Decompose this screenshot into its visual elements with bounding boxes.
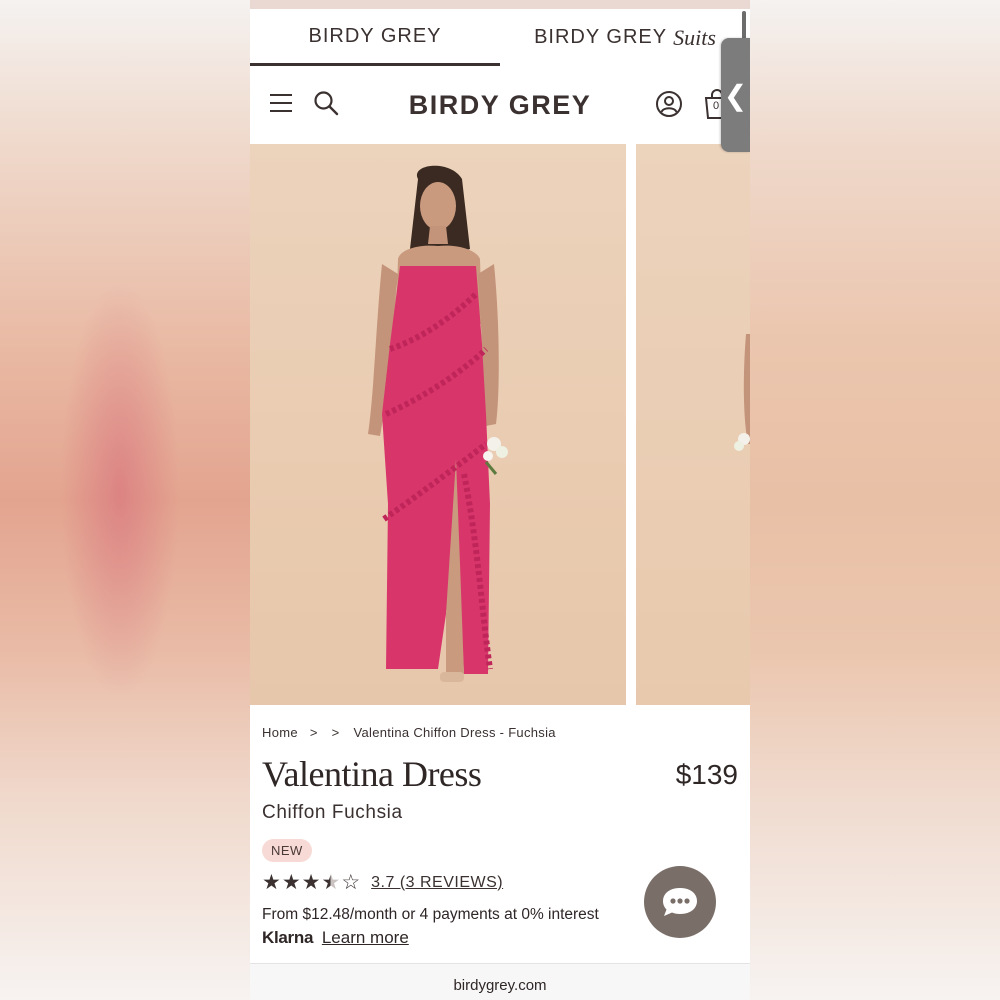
- browser-url-bar[interactable]: birdygrey.com: [250, 964, 750, 1000]
- tab-birdy-grey-suits[interactable]: BIRDY GREY Suits: [500, 9, 750, 66]
- brand-tabs: BIRDY GREY BIRDY GREY Suits: [250, 9, 750, 66]
- next-image-preview: [734, 334, 750, 451]
- account-icon[interactable]: [655, 90, 683, 123]
- breadcrumb-home[interactable]: Home: [262, 725, 298, 740]
- tab-suits-suffix: Suits: [673, 24, 716, 50]
- rating-stars[interactable]: ★ ★ ★ ★ ☆ 3.7 (3 REVIEWS): [262, 872, 503, 893]
- star-full-icon: ★: [262, 871, 281, 894]
- breadcrumb: Home > > Valentina Chiffon Dress - Fuchs…: [262, 725, 556, 740]
- blurred-background-right: [750, 0, 1000, 1000]
- star-full-icon: ★: [281, 871, 301, 894]
- chat-button[interactable]: [644, 866, 716, 938]
- learn-more-link[interactable]: Learn more: [322, 928, 409, 947]
- star-empty-icon: ☆: [341, 871, 361, 894]
- phone-screen: BIRDY GREY BIRDY GREY Suits BIRDY GREY 0…: [250, 0, 750, 1000]
- breadcrumb-separator: >: [331, 725, 340, 740]
- klarna-logo: Klarna: [262, 928, 314, 947]
- breadcrumb-current: Valentina Chiffon Dress - Fuchsia: [353, 725, 556, 740]
- site-header: BIRDY GREY 0: [250, 66, 750, 144]
- product-title: Valentina Dress: [262, 754, 482, 794]
- tab-birdy-grey-suits-label: BIRDY GREY: [534, 26, 668, 48]
- reviews-link[interactable]: 3.7 (3 REVIEWS): [371, 874, 503, 892]
- product-image-main[interactable]: [250, 144, 626, 705]
- product-image-next[interactable]: [636, 144, 750, 705]
- tab-birdy-grey-label: BIRDY GREY: [308, 24, 442, 47]
- product-gallery[interactable]: [250, 144, 750, 705]
- new-badge: NEW: [262, 839, 312, 862]
- cart-count: 0: [713, 100, 720, 112]
- blurred-background-left: [0, 0, 250, 1000]
- product-subtitle: Chiffon Fuchsia: [262, 802, 403, 823]
- chevron-left-icon: ❮: [723, 79, 748, 111]
- star-half-icon: ★: [321, 871, 341, 894]
- breadcrumb-separator: >: [309, 725, 318, 740]
- star-full-icon: ★: [301, 871, 321, 894]
- tab-scrollbar[interactable]: [742, 11, 746, 39]
- payment-info: From $12.48/month or 4 payments at 0% in…: [262, 906, 599, 923]
- model-in-dress-illustration: [368, 165, 508, 682]
- browser-url: birdygrey.com: [453, 977, 547, 994]
- top-strip: [250, 0, 750, 9]
- collapse-panel-tab[interactable]: ❮: [721, 38, 750, 152]
- chat-bubble-icon: [663, 888, 697, 916]
- tab-birdy-grey[interactable]: BIRDY GREY: [250, 9, 500, 66]
- klarna-info: Klarna Learn more: [262, 928, 409, 948]
- product-price: $139: [675, 759, 738, 790]
